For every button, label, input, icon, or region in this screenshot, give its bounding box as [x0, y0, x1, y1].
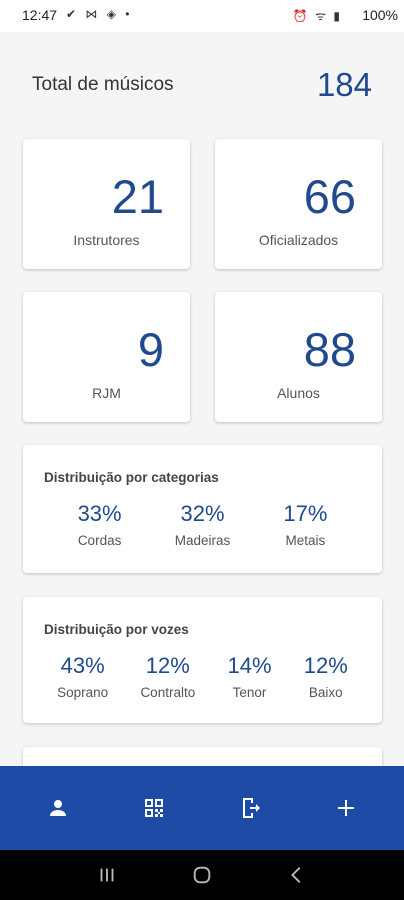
status-time: 12:47	[22, 7, 58, 23]
category-percent: 17%	[283, 501, 328, 526]
voice-name: Baixo	[308, 685, 343, 700]
notification-icons: ✔ ⋈ ◈ •	[66, 7, 133, 21]
categories-title: Distribuição por categorias	[44, 470, 219, 485]
exit-icon	[243, 798, 260, 818]
voice-percent: 14%	[227, 653, 272, 678]
stat-label: RJM	[92, 385, 121, 401]
qr-code-button[interactable]	[122, 778, 186, 838]
voice-name: Soprano	[57, 685, 109, 700]
category-item: 33% Cordas	[78, 501, 122, 548]
voices-distribution-card: Distribuição por vozes 43% Soprano 12% C…	[23, 597, 382, 723]
voice-item: 12% Baixo	[304, 653, 348, 700]
stat-card-oficializados[interactable]: 66 Oficializados	[215, 139, 382, 269]
exit-button[interactable]	[218, 778, 282, 838]
voice-name: Contralto	[140, 685, 196, 700]
system-status-icons: ⏰ ᯤ ▮	[292, 9, 342, 23]
category-item: 17% Metais	[283, 501, 327, 548]
category-percent: 32%	[180, 501, 225, 526]
back-button[interactable]	[277, 855, 317, 895]
category-percent: 33%	[77, 501, 122, 526]
total-musicians-row: Total de músicos 184	[0, 32, 404, 136]
voice-item: 12% Contralto	[140, 653, 195, 700]
voices-row: 43% Soprano 12% Contralto 14% Tenor 12% …	[23, 653, 382, 700]
voice-item: 43% Soprano	[57, 653, 108, 700]
person-icon	[50, 800, 66, 816]
plus-icon	[338, 800, 354, 816]
home-button[interactable]	[182, 855, 222, 895]
category-name: Madeiras	[174, 533, 231, 548]
categories-distribution-card: Distribuição por categorias 33% Cordas 3…	[23, 445, 382, 573]
voice-percent: 12%	[145, 653, 190, 678]
stat-card-rjm[interactable]: 9 RJM	[23, 292, 190, 422]
bottom-navigation	[0, 766, 404, 850]
qr-code-icon	[145, 799, 163, 817]
stat-card-instrutores[interactable]: 21 Instrutores	[23, 139, 190, 269]
stat-value: 9	[137, 323, 164, 376]
stat-label: Alunos	[277, 385, 320, 401]
stat-label: Instrutores	[73, 232, 140, 248]
recent-apps-button[interactable]	[87, 855, 127, 895]
stat-value: 21	[111, 170, 164, 223]
battery-level: 100%	[362, 7, 398, 23]
categories-row: 33% Cordas 32% Madeiras 17% Metais	[23, 501, 382, 548]
total-label: Total de músicos	[32, 74, 174, 95]
system-navigation-bar	[0, 850, 404, 900]
back-icon	[290, 867, 301, 883]
profile-button[interactable]	[26, 778, 90, 838]
voice-percent: 12%	[303, 653, 348, 678]
stat-label: Oficializados	[258, 232, 339, 248]
home-icon	[193, 866, 211, 884]
stat-value: 88	[303, 323, 356, 376]
category-name: Metais	[285, 533, 326, 548]
status-bar: 12:47 ✔ ⋈ ◈ • ⏰ ᯤ ▮ 100%	[0, 0, 404, 32]
voices-title: Distribuição por vozes	[44, 622, 189, 637]
add-button[interactable]	[314, 778, 378, 838]
voice-item: 14% Tenor	[227, 653, 271, 700]
voice-percent: 43%	[60, 653, 105, 678]
category-name: Cordas	[77, 533, 122, 548]
recent-apps-icon	[100, 868, 114, 882]
voice-name: Tenor	[232, 685, 267, 700]
stat-card-alunos[interactable]: 88 Alunos	[215, 292, 382, 422]
category-item: 32% Madeiras	[175, 501, 231, 548]
stat-value: 66	[303, 170, 356, 223]
total-value: 184	[316, 66, 372, 103]
